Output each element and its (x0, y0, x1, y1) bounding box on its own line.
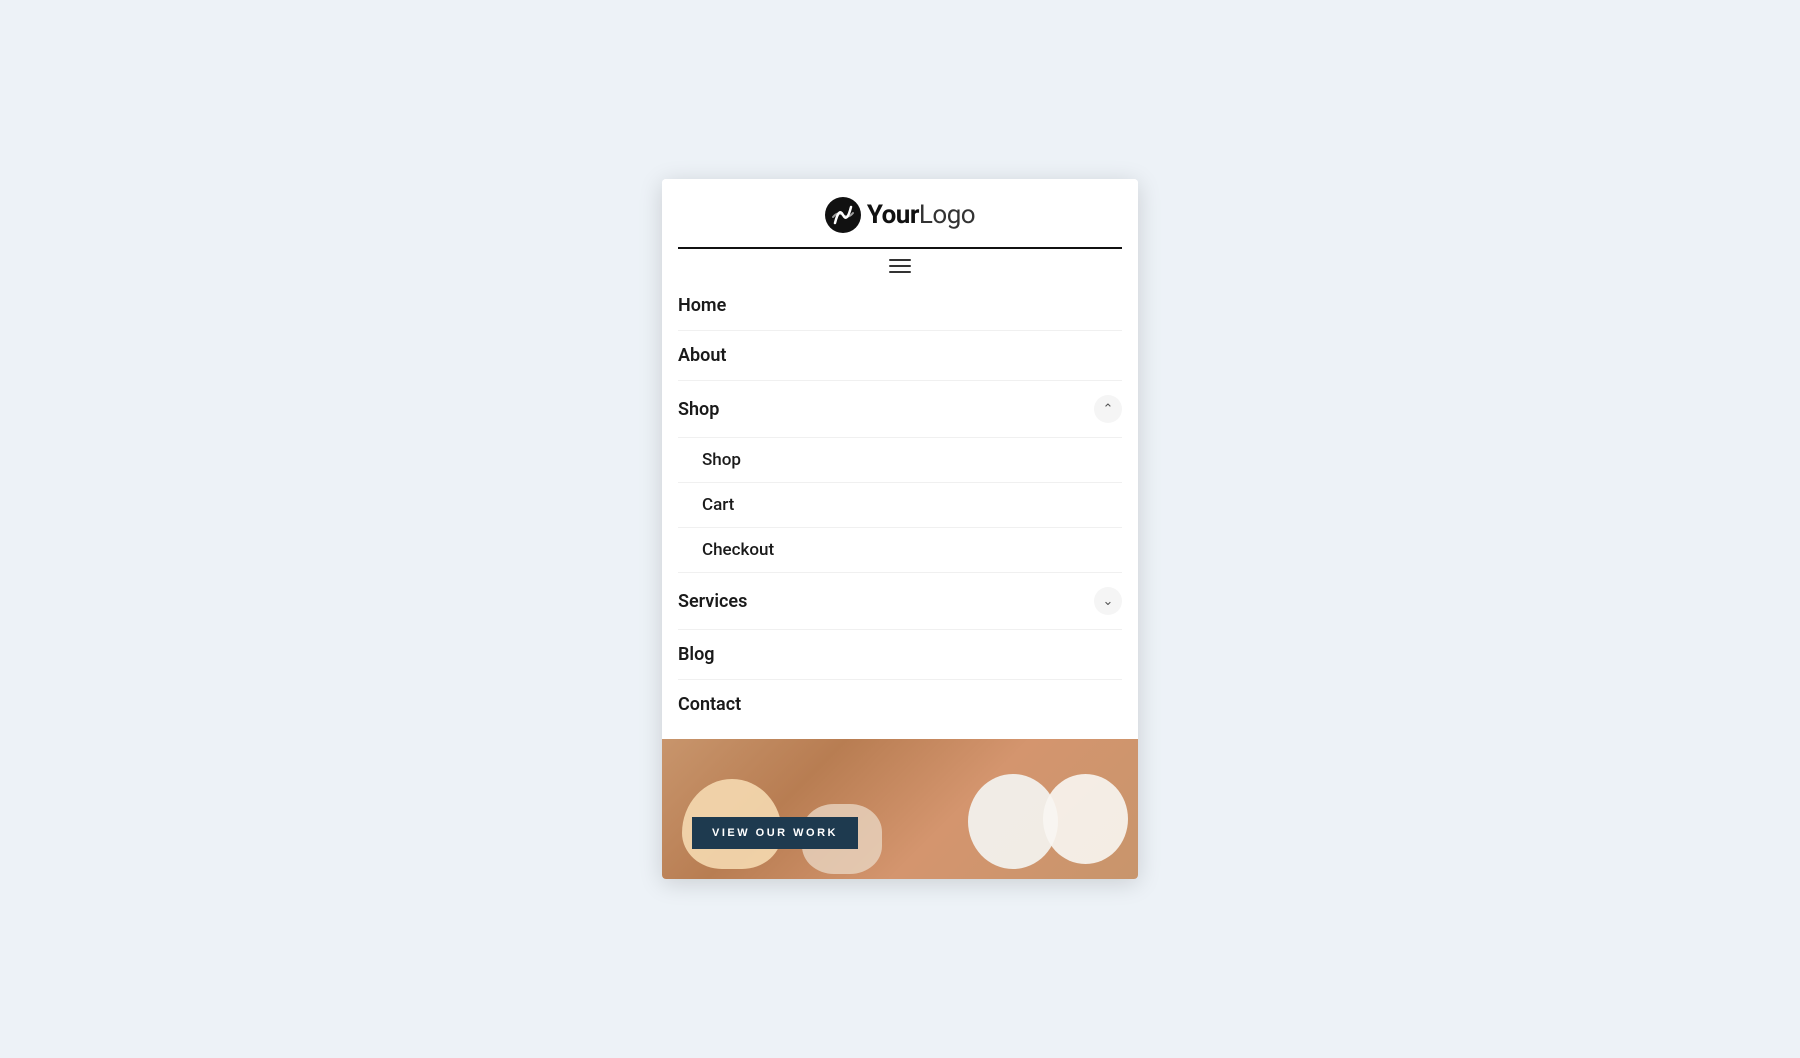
chevron-down-icon: ⌄ (1103, 593, 1114, 609)
header: YourLogo (662, 179, 1138, 281)
nav-item-services[interactable]: Services ⌄ (678, 573, 1122, 630)
nav-label-services: Services (678, 591, 747, 612)
logo-text: YourLogo (867, 200, 975, 230)
cushion-decoration-right-white (1043, 774, 1128, 864)
shop-toggle-button[interactable]: ⌃ (1094, 395, 1122, 423)
nav-label-home: Home (678, 295, 726, 316)
logo-icon (825, 197, 861, 233)
logo-area: YourLogo (825, 197, 975, 233)
hero-image-area: VIEW OUR WORK (662, 739, 1138, 879)
chevron-up-icon: ⌃ (1103, 401, 1114, 417)
hamburger-icon[interactable] (889, 259, 911, 273)
nav-item-blog[interactable]: Blog (678, 630, 1122, 680)
sub-item-shop[interactable]: Shop (678, 438, 1122, 483)
hamburger-bar (678, 247, 1122, 281)
cta-button[interactable]: VIEW OUR WORK (692, 817, 858, 849)
sub-label-cart: Cart (702, 495, 734, 515)
nav-item-shop[interactable]: Shop ⌃ (678, 381, 1122, 438)
nav-item-home[interactable]: Home (678, 281, 1122, 331)
nav-label-contact: Contact (678, 694, 741, 715)
nav-label-about: About (678, 345, 726, 366)
nav-item-about[interactable]: About (678, 331, 1122, 381)
sub-label-checkout: Checkout (702, 540, 774, 560)
sub-label-shop: Shop (702, 450, 741, 470)
sub-item-checkout[interactable]: Checkout (678, 528, 1122, 573)
services-toggle-button[interactable]: ⌄ (1094, 587, 1122, 615)
phone-frame: YourLogo Home About Shop ⌃ (662, 179, 1138, 879)
nav-menu: Home About Shop ⌃ Shop Cart Checkout Ser… (662, 281, 1138, 739)
nav-label-blog: Blog (678, 644, 715, 665)
nav-label-shop: Shop (678, 399, 719, 420)
sub-item-cart[interactable]: Cart (678, 483, 1122, 528)
nav-item-contact[interactable]: Contact (678, 680, 1122, 729)
